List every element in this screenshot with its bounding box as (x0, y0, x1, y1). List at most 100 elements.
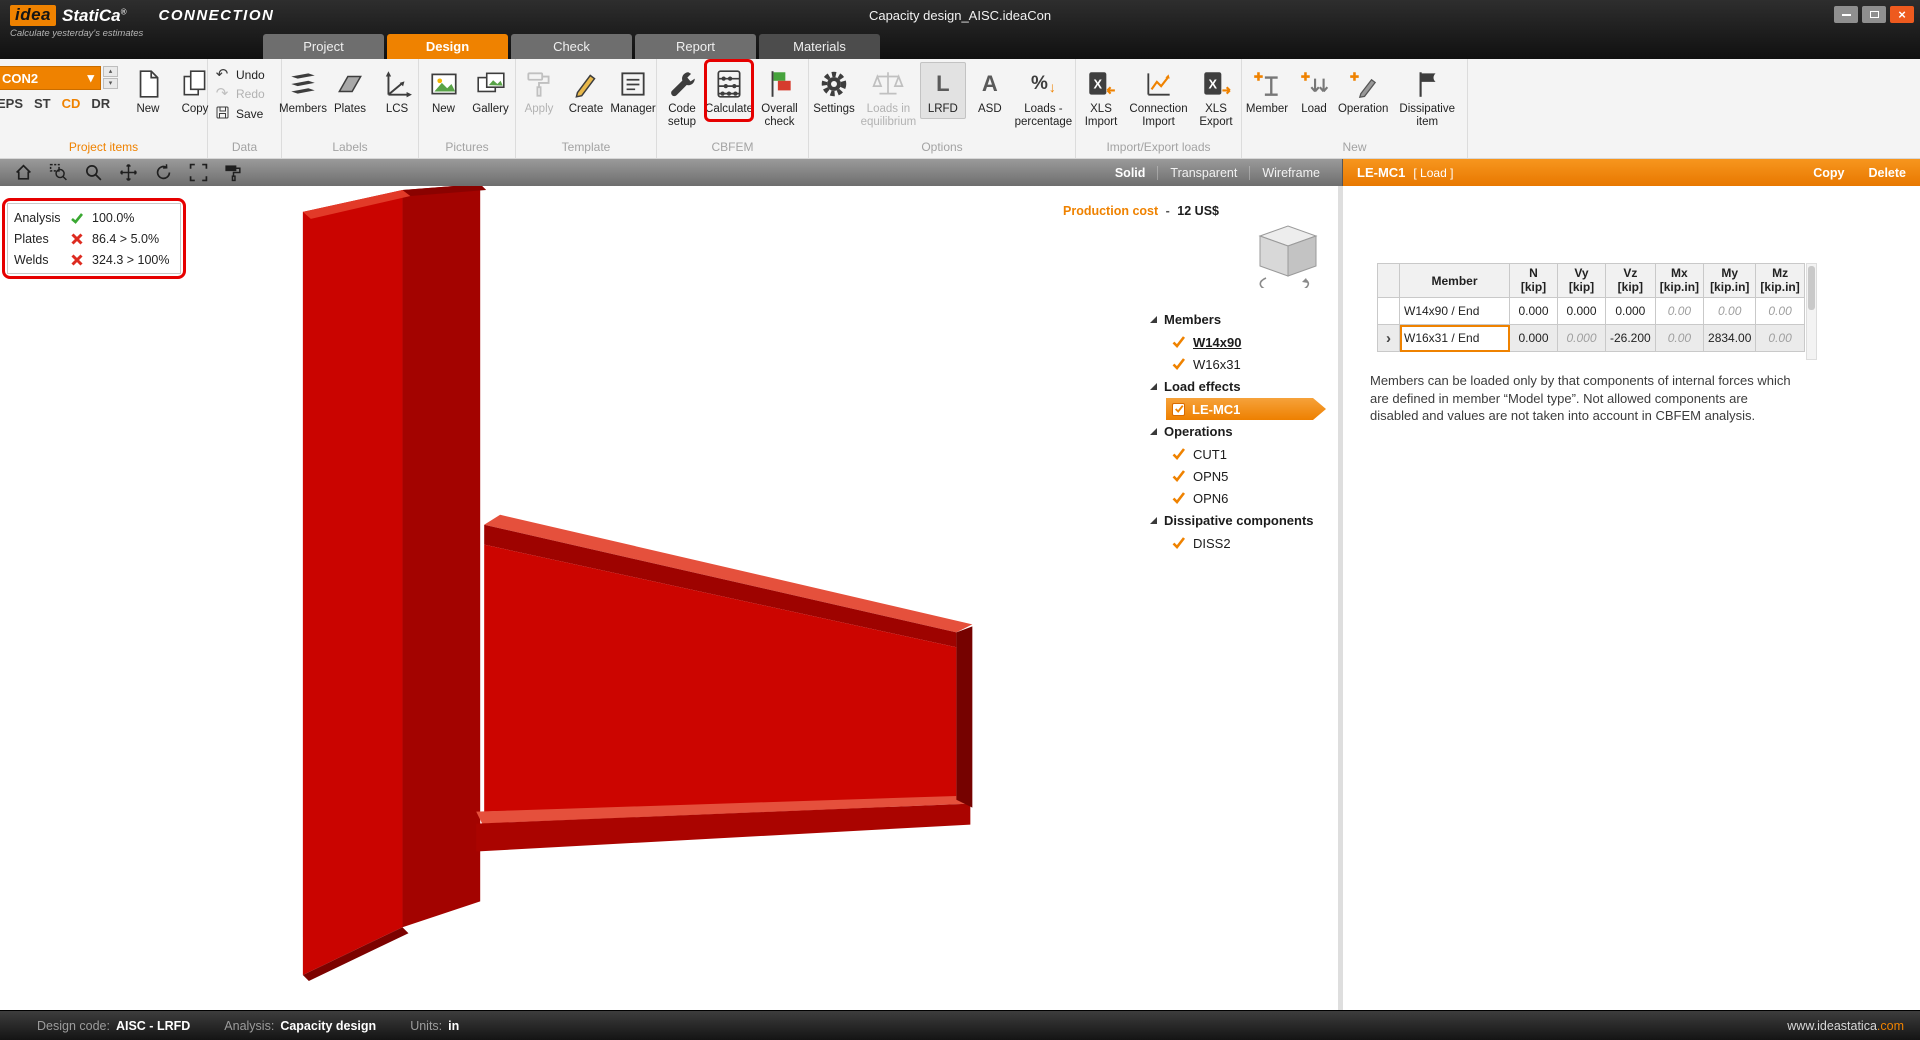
tree-item-w16x31[interactable]: W16x31 (1150, 353, 1338, 375)
tree-group-members[interactable]: Members (1150, 308, 1338, 331)
tree-item-w14x90[interactable]: W14x90 (1150, 331, 1338, 353)
tree-group-load-effects[interactable]: Load effects (1150, 375, 1338, 398)
tab-design[interactable]: Design (387, 34, 508, 59)
plates-labels-button[interactable]: Plates (327, 62, 373, 119)
zoom-icon[interactable] (80, 162, 106, 183)
redo-button[interactable]: ↷ Redo (214, 86, 275, 101)
idea-statica-connection-window: idea StatiCa® CONNECTION Calculate yeste… (0, 0, 1920, 1040)
letter-a-icon: A (982, 66, 998, 102)
website-link[interactable]: www.ideastatica.com (1787, 1019, 1904, 1033)
mode-st[interactable]: ST (34, 96, 51, 111)
mode-cd[interactable]: CD (62, 96, 81, 111)
abacus-icon (713, 66, 745, 102)
connection-import-button[interactable]: Connection Import (1125, 62, 1192, 132)
apply-template-button[interactable]: Apply (516, 62, 562, 119)
tree-item-opn5[interactable]: OPN5 (1150, 465, 1338, 487)
zoom-window-icon[interactable] (45, 162, 71, 183)
members-labels-button[interactable]: Members (280, 62, 326, 119)
home-icon[interactable] (10, 162, 36, 183)
ribbon-group-import-export-loads: X XLS Import Connection Import X XLS Exp… (1076, 59, 1242, 158)
3d-viewport[interactable]: Analysis 100.0% Plates 86.4 > 5.0% Welds… (0, 186, 1343, 1010)
add-load-icon (1298, 66, 1330, 102)
viewport-toolbar: Solid Transparent Wireframe (0, 159, 1343, 186)
close-button[interactable]: × (1890, 6, 1914, 23)
loads-percentage-button[interactable]: %↓ Loads - percentage (1014, 62, 1073, 132)
template-manager-button[interactable]: Manager (610, 62, 656, 119)
ribbon-group-label: New (1244, 139, 1465, 158)
tab-materials[interactable]: Materials (759, 34, 880, 59)
lrfd-toggle-button[interactable]: L LRFD (920, 62, 966, 119)
minimize-button[interactable] (1834, 6, 1858, 23)
table-row[interactable]: W14x90 / End 0.000 0.000 0.000 0.00 0.00… (1378, 298, 1805, 325)
table-row-selected[interactable]: › W16x31 / End 0.000 0.000 -26.200 0.00 … (1378, 325, 1805, 352)
spinner-up-icon[interactable]: ▴ (103, 66, 118, 77)
save-button[interactable]: Save (214, 105, 275, 123)
tree-item-le-mc1-selected[interactable]: LE-MC1 (1166, 398, 1326, 420)
display-mode-transparent[interactable]: Transparent (1157, 166, 1249, 180)
new-dissipative-item-button[interactable]: Dissipative item (1389, 62, 1465, 132)
table-scrollbar[interactable] (1806, 263, 1817, 360)
rotate-view-icon[interactable] (150, 162, 176, 183)
save-icon (214, 105, 230, 123)
asd-toggle-button[interactable]: A ASD (967, 62, 1013, 119)
tab-check[interactable]: Check (511, 34, 632, 59)
code-setup-button[interactable]: Code setup (659, 62, 705, 132)
mode-dr[interactable]: DR (91, 96, 110, 111)
checked-checkbox-icon[interactable] (1172, 403, 1185, 416)
tree-item-cut1[interactable]: CUT1 (1150, 443, 1338, 465)
mode-eps[interactable]: EPS (0, 96, 23, 111)
tab-project[interactable]: Project (263, 34, 384, 59)
new-picture-button[interactable]: New (421, 62, 467, 119)
lcs-labels-button[interactable]: LCS (374, 62, 420, 119)
spinner-down-icon[interactable]: ▾ (103, 78, 118, 89)
minimize-icon (1842, 14, 1851, 16)
ribbon-group-label: Pictures (421, 139, 513, 158)
ribbon-group-cbfem: Code setup Calculate Overall check CBFEM (657, 59, 809, 158)
delete-load-button[interactable]: Delete (1868, 166, 1906, 180)
project-item-select[interactable]: CON2 ▾ (0, 66, 101, 90)
ribbon-group-template: Apply Create Manager Template (516, 59, 657, 158)
check-row-plates: Plates 86.4 > 5.0% (14, 228, 170, 249)
new-load-button[interactable]: Load (1291, 62, 1337, 119)
settings-button[interactable]: Settings (811, 62, 857, 119)
scrollbar-thumb[interactable] (1808, 266, 1815, 310)
load-table-header-row: Member N[kip] Vy[kip] Vz[kip] Mx[kip.in]… (1378, 264, 1805, 298)
copy-load-button[interactable]: Copy (1813, 166, 1844, 180)
tree-item-diss2[interactable]: DISS2 (1150, 532, 1338, 554)
titlebar: idea StatiCa® CONNECTION Calculate yeste… (0, 0, 1920, 59)
panel-subtitle: [ Load ] (1413, 166, 1453, 180)
pan-icon[interactable] (115, 162, 141, 183)
new-member-button[interactable]: Member (1244, 62, 1290, 119)
xls-import-button[interactable]: X XLS Import (1078, 62, 1124, 132)
create-template-button[interactable]: Create (563, 62, 609, 119)
svg-text:X: X (1094, 76, 1103, 91)
check-row-analysis: Analysis 100.0% (14, 207, 170, 228)
maximize-button[interactable] (1862, 6, 1886, 23)
create-template-icon (570, 66, 602, 102)
tree-group-operations[interactable]: Operations (1150, 420, 1338, 443)
display-mode-solid[interactable]: Solid (1103, 166, 1158, 180)
idea-logo-mark: idea (10, 5, 56, 26)
orange-check-icon (1172, 357, 1186, 371)
overall-check-button[interactable]: Overall check (753, 62, 806, 132)
new-operation-button[interactable]: Operation (1338, 62, 1388, 119)
display-mode-wireframe[interactable]: Wireframe (1249, 166, 1332, 180)
view-cube[interactable] (1238, 216, 1334, 293)
ribbon-group-label: Template (518, 139, 654, 158)
fit-view-icon[interactable] (185, 162, 211, 183)
maximize-icon (1870, 11, 1879, 18)
clip-plane-icon[interactable] (220, 162, 246, 183)
loads-in-equilibrium-button[interactable]: Loads in equilibrium (858, 62, 919, 132)
tree-item-opn6[interactable]: OPN6 (1150, 487, 1338, 509)
xls-export-button[interactable]: X XLS Export (1193, 62, 1239, 132)
model-tree: Members W14x90 W16x31 Load effects LE-MC… (1150, 308, 1338, 554)
check-fail-icon (70, 253, 92, 267)
calculate-button[interactable]: Calculate (706, 62, 752, 119)
registered-mark: ® (121, 7, 127, 16)
picture-gallery-button[interactable]: Gallery (468, 62, 514, 119)
tab-report[interactable]: Report (635, 34, 756, 59)
new-project-item-button[interactable]: New (125, 62, 171, 119)
letter-l-icon: L (936, 66, 949, 102)
undo-button[interactable]: ↶ Undo (214, 67, 275, 82)
tree-group-dissipative-components[interactable]: Dissipative components (1150, 509, 1338, 532)
